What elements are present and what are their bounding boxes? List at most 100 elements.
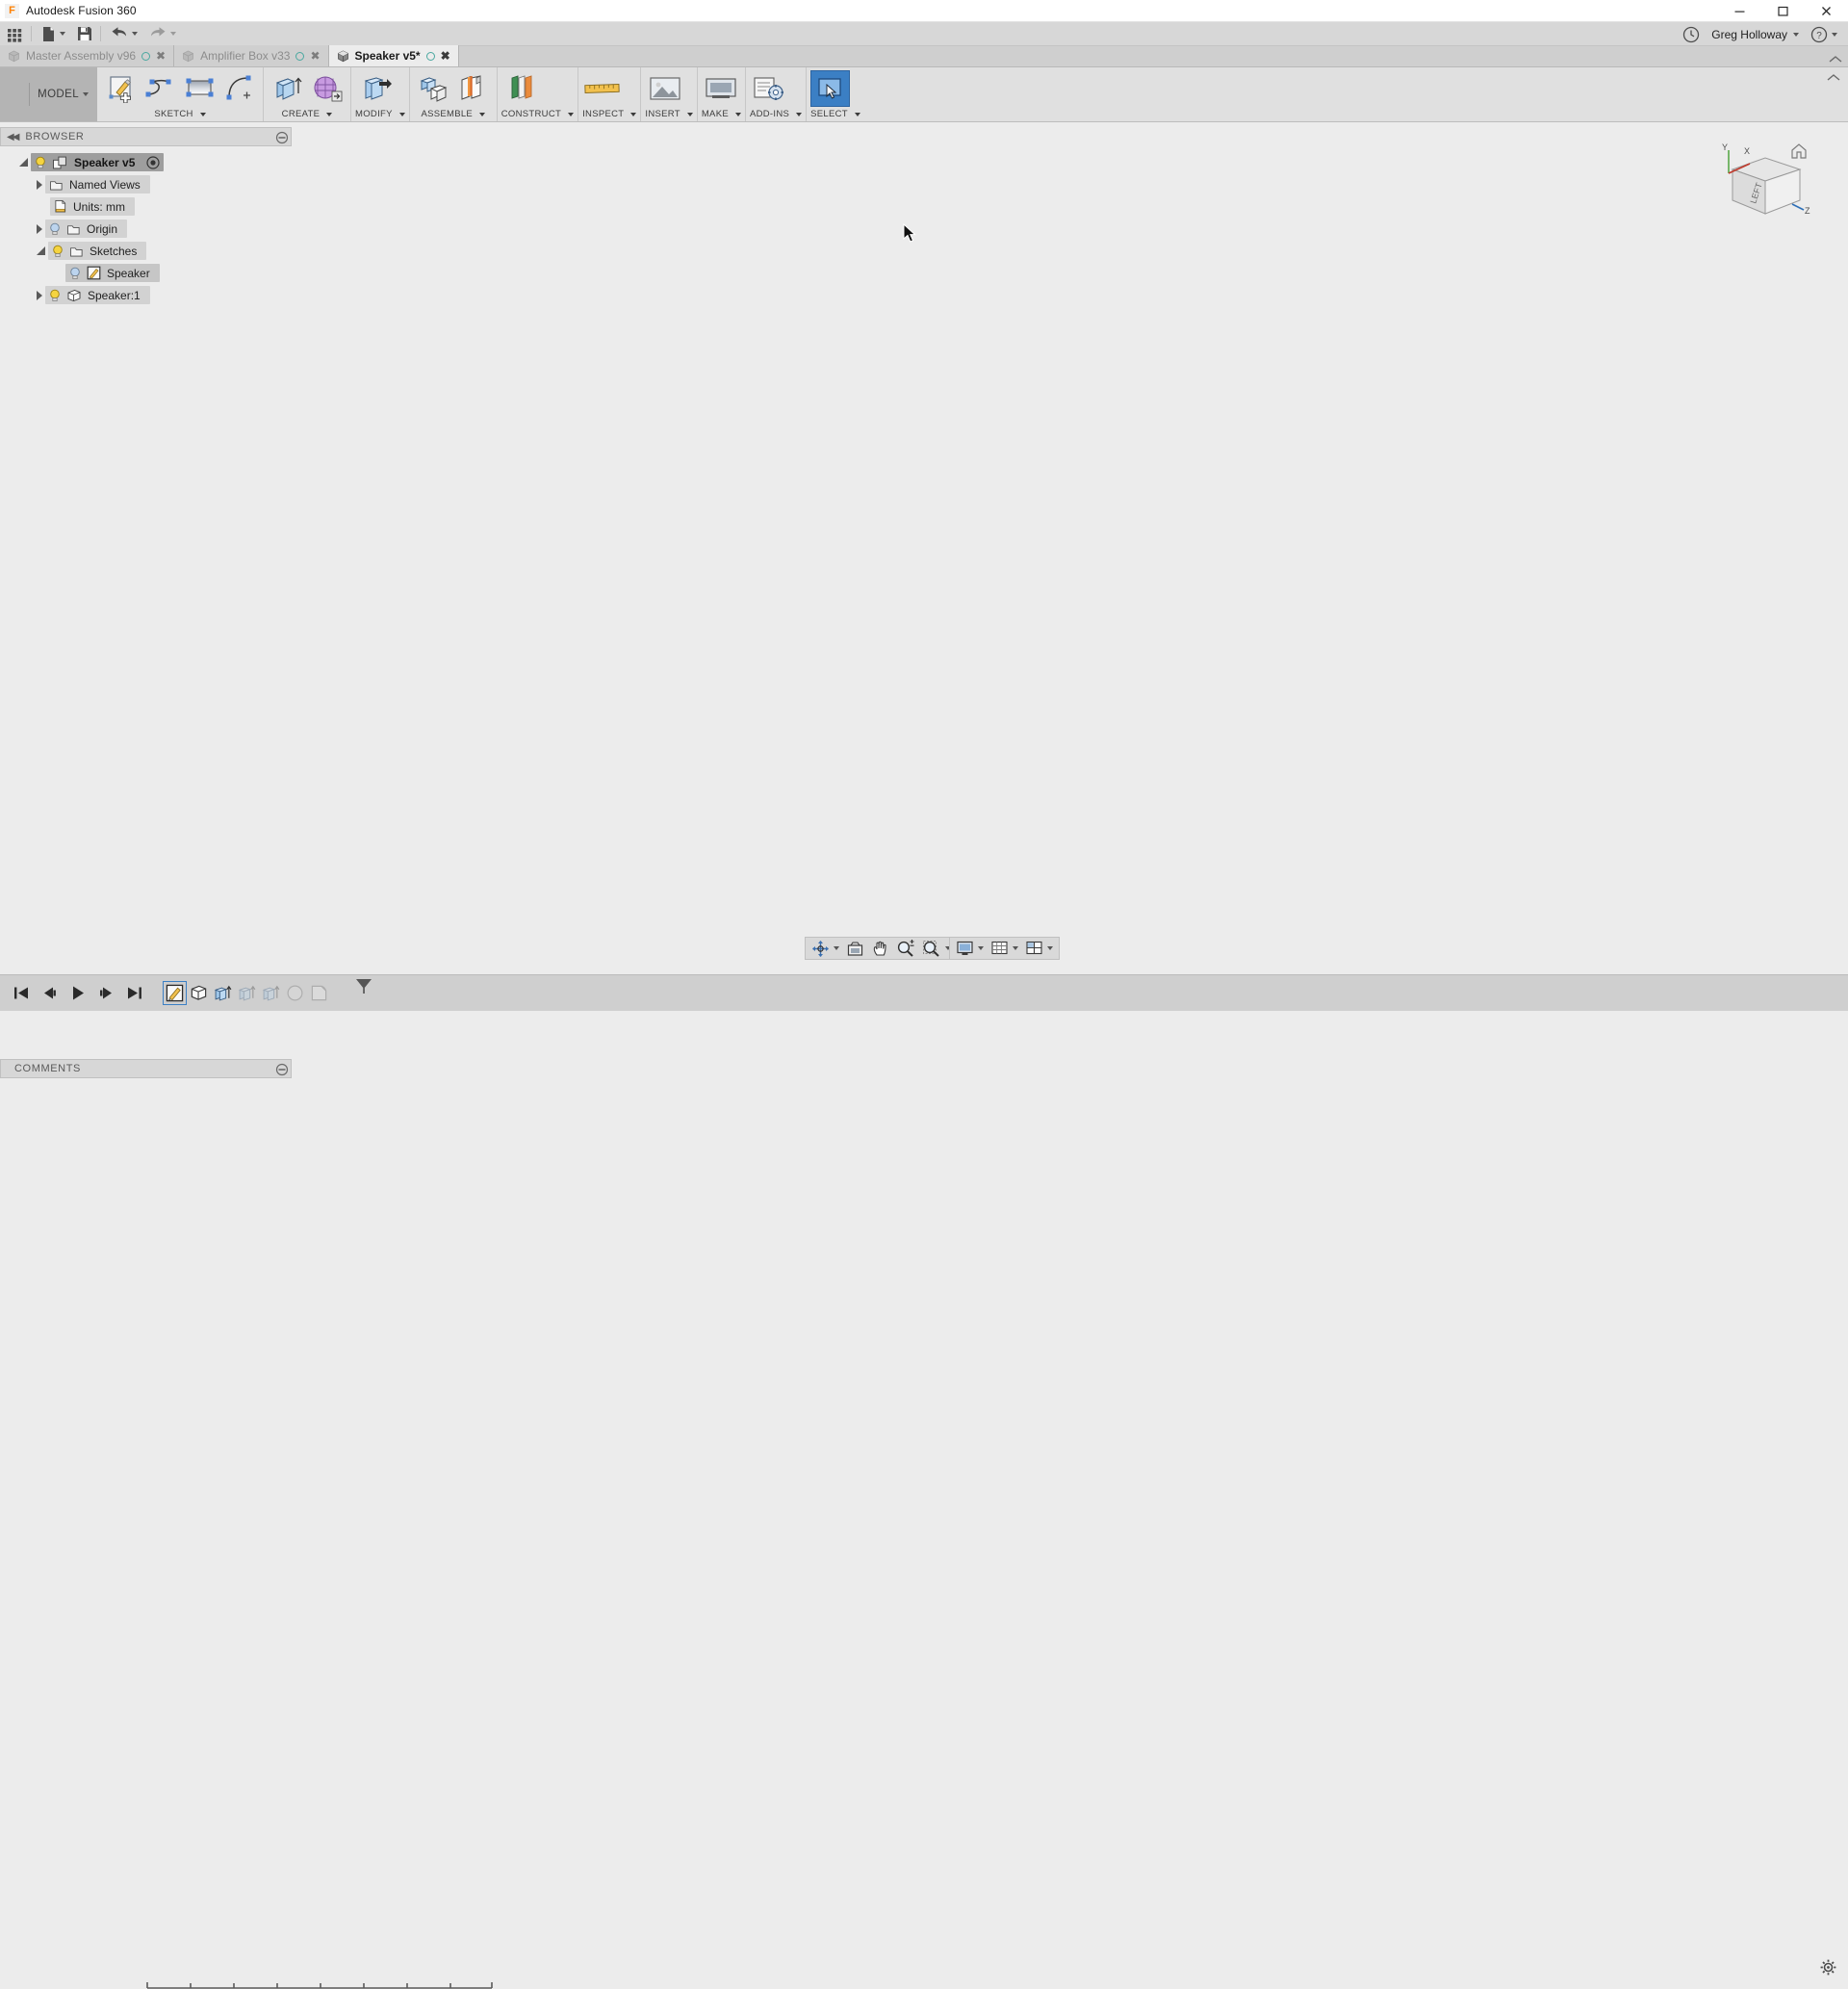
ribbon-group-label-inspect[interactable]: INSPECT [582, 109, 637, 119]
timeline-feature-sketch[interactable] [163, 981, 187, 1005]
viewports-button[interactable] [1022, 939, 1056, 958]
chevron-down-icon[interactable] [796, 112, 803, 116]
bulb-off-icon[interactable] [69, 267, 81, 280]
create-form-button[interactable] [307, 70, 346, 107]
tree-item-content[interactable]: Origin [45, 220, 128, 238]
comments-panel[interactable]: COMMENTS [0, 1059, 292, 1078]
scripts-addins-button[interactable] [750, 70, 789, 107]
bulb-on-icon[interactable] [52, 245, 64, 258]
rectangle-button[interactable] [180, 70, 219, 107]
chevron-down-icon[interactable] [1793, 32, 1799, 37]
workspace-selector[interactable]: MODEL [0, 67, 97, 121]
view-cube[interactable]: LEFT Y X Z [1717, 137, 1813, 228]
expander-closed-icon[interactable] [37, 290, 42, 300]
collapse-arrows-icon[interactable]: ◀◀ [7, 132, 19, 142]
measure-button[interactable] [582, 70, 622, 107]
expander-closed-icon[interactable] [37, 223, 42, 234]
chevron-down-icon[interactable] [568, 112, 575, 116]
chevron-down-icon[interactable] [854, 112, 860, 116]
document-settings-icon[interactable] [146, 155, 160, 169]
tree-row-named-views[interactable]: Named Views [0, 173, 292, 195]
insert-mcmaster-button[interactable] [645, 70, 684, 107]
orbit-button[interactable] [808, 939, 842, 958]
bulb-off-icon[interactable] [49, 222, 61, 236]
tree-row-speaker-1[interactable]: Speaker:1 [0, 284, 292, 306]
panel-dot-icon[interactable] [275, 1063, 289, 1076]
chevron-down-icon[interactable] [686, 112, 693, 116]
ribbon-group-label-sketch[interactable]: SKETCH [101, 109, 259, 119]
chevron-down-icon[interactable] [1013, 946, 1018, 950]
timeline-playhead-marker[interactable] [354, 978, 373, 994]
ribbon-group-label-make[interactable]: MAKE [702, 109, 741, 119]
chevron-down-icon[interactable] [978, 946, 984, 950]
minimize-icon[interactable] [1718, 0, 1761, 22]
timeline-feature-extrude-2[interactable] [236, 982, 258, 1004]
timeline-feature-body[interactable] [188, 982, 210, 1004]
ribbon-group-label-assemble[interactable]: ASSEMBLE [414, 109, 493, 119]
document-tab-master-assembly[interactable]: Master Assembly v96 ✖ [0, 45, 175, 66]
tree-item-content[interactable]: Sketches [48, 242, 147, 260]
ribbon-group-label-create[interactable]: CREATE [268, 109, 346, 119]
offset-plane-button[interactable] [501, 70, 541, 107]
zoom-button[interactable] [893, 939, 918, 958]
pan-button[interactable] [868, 939, 892, 958]
chevron-down-icon[interactable] [630, 112, 637, 116]
timeline-step-back-button[interactable] [41, 986, 58, 1000]
expander-open-icon[interactable] [37, 246, 45, 255]
grid-snaps-button[interactable] [988, 939, 1021, 958]
tree-row-sketches[interactable]: Sketches [0, 240, 292, 262]
document-tab-amplifier-box[interactable]: Amplifier Box v33 ✖ [174, 45, 329, 66]
tree-item-content[interactable]: Speaker [65, 264, 160, 282]
3d-print-button[interactable] [702, 70, 741, 107]
expander-open-icon[interactable] [19, 158, 28, 167]
chevron-down-icon[interactable] [60, 32, 65, 36]
help-button[interactable]: ? [1806, 22, 1842, 46]
tree-item-content[interactable]: Speaker v5 [31, 153, 165, 171]
speaker-baffle-body[interactable] [707, 251, 1079, 976]
chevron-down-icon[interactable] [132, 32, 138, 36]
user-account-menu[interactable]: Greg Holloway [1707, 22, 1804, 46]
tab-overflow-chevron[interactable] [1829, 55, 1842, 64]
browser-header[interactable]: ◀◀ BROWSER [0, 127, 292, 146]
ribbon-collapse-chevron[interactable] [1827, 73, 1840, 82]
timeline-settings-button[interactable] [1820, 1959, 1836, 1976]
ribbon-group-label-select[interactable]: SELECT [810, 109, 860, 119]
tree-row-origin[interactable]: Origin [0, 218, 292, 240]
timeline-end-button[interactable] [127, 986, 142, 1000]
bulb-on-icon[interactable] [35, 156, 46, 169]
timeline-feature-fillet[interactable] [284, 982, 306, 1004]
redo-button[interactable] [144, 22, 181, 46]
app-grid-button[interactable] [2, 22, 28, 46]
chevron-down-icon[interactable] [398, 112, 405, 116]
press-pull-button[interactable] [355, 70, 395, 107]
timeline-feature-extrude-3[interactable] [260, 982, 282, 1004]
close-icon[interactable]: ✖ [441, 50, 450, 62]
look-at-button[interactable] [843, 939, 867, 958]
create-sketch-button[interactable] [101, 70, 141, 107]
timeline-feature-shell[interactable] [308, 982, 330, 1004]
display-settings-button[interactable] [953, 939, 987, 958]
spline-button[interactable] [141, 70, 180, 107]
timeline-step-forward-button[interactable] [98, 986, 115, 1000]
chevron-down-icon[interactable] [326, 112, 333, 116]
chevron-down-icon[interactable] [734, 112, 741, 116]
new-component-button[interactable] [414, 70, 453, 107]
ribbon-group-label-construct[interactable]: CONSTRUCT [501, 109, 575, 119]
tree-item-content[interactable]: Named Views [45, 175, 150, 194]
timeline-feature-extrude[interactable] [212, 982, 234, 1004]
undo-button[interactable] [106, 22, 142, 46]
ribbon-group-label-modify[interactable]: MODIFY [355, 109, 405, 119]
select-tool-button[interactable] [810, 70, 851, 107]
document-tab-speaker[interactable]: Speaker v5* ✖ [328, 45, 459, 66]
extrude-button[interactable] [268, 70, 307, 107]
panel-dot-icon[interactable] [275, 131, 289, 144]
chevron-down-icon[interactable] [170, 32, 176, 36]
close-icon[interactable]: ✖ [156, 50, 166, 62]
arc-button[interactable] [219, 70, 259, 107]
close-icon[interactable] [1805, 0, 1848, 22]
new-document-button[interactable] [37, 22, 70, 46]
tree-row-speaker-v5[interactable]: Speaker v5 [0, 151, 292, 173]
chevron-down-icon[interactable] [479, 112, 486, 116]
maximize-icon[interactable] [1761, 0, 1805, 22]
ribbon-group-label-addins[interactable]: ADD-INS [750, 109, 803, 119]
